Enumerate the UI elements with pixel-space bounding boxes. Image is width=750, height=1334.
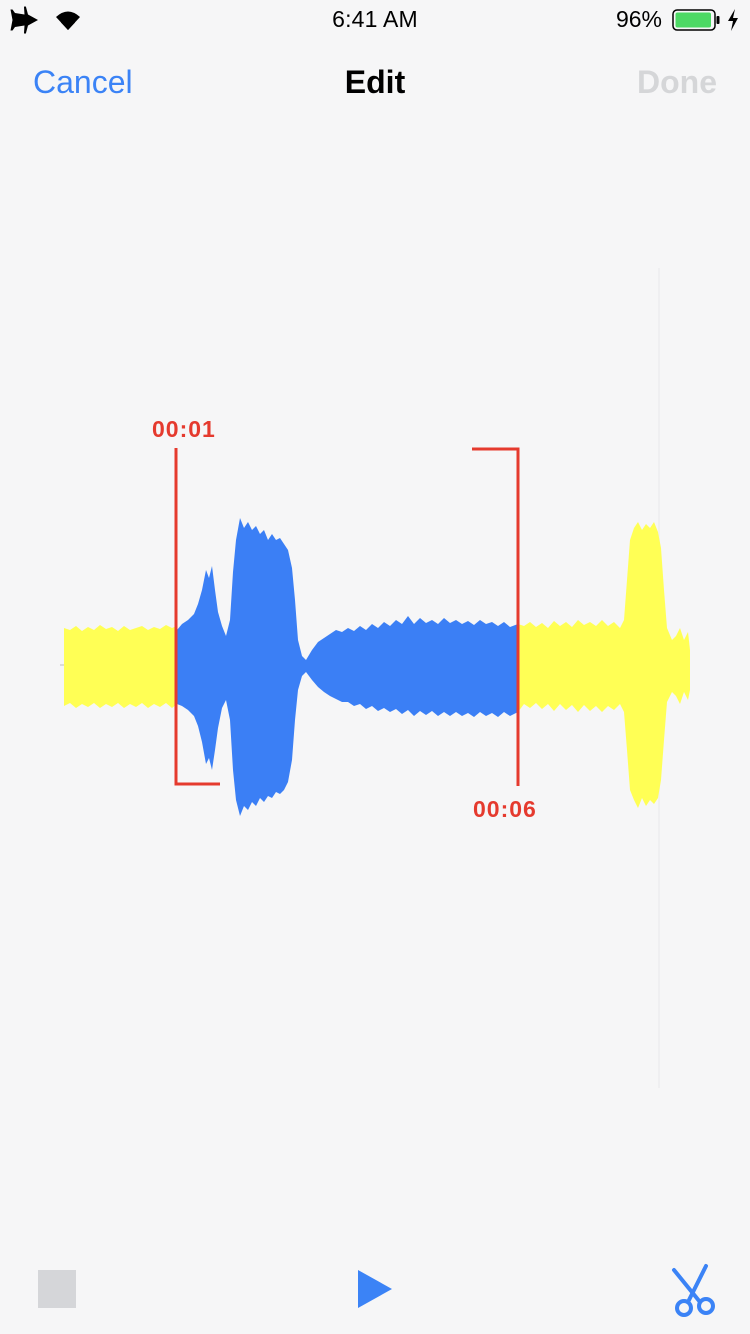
play-icon	[358, 1270, 392, 1308]
selection-start-time: 00:01	[152, 416, 216, 442]
waveform-editor[interactable]	[0, 0, 750, 1334]
selection-end-time: 00:06	[473, 796, 537, 822]
play-button[interactable]	[355, 1268, 395, 1310]
stop-button[interactable]	[38, 1270, 76, 1308]
waveform-selected	[177, 518, 518, 816]
bottom-toolbar	[0, 1230, 750, 1334]
trim-handle-end[interactable]	[472, 447, 520, 786]
scissors-icon	[672, 1264, 715, 1317]
waveform-unselected-left	[64, 625, 177, 708]
waveform-unselected-right	[518, 522, 690, 808]
trim-button[interactable]	[666, 1262, 720, 1318]
